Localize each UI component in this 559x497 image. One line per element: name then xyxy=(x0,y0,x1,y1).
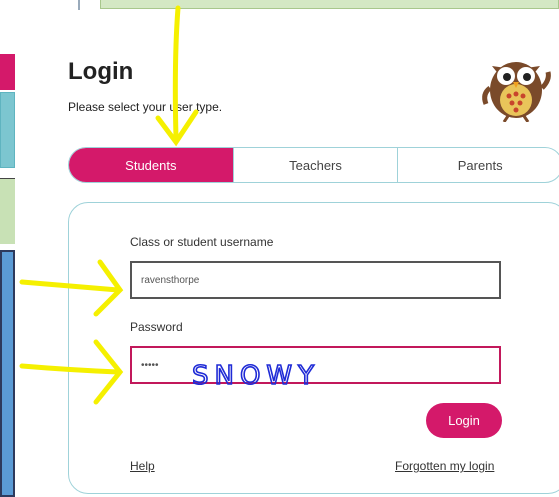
top-divider xyxy=(78,0,80,10)
username-label: Class or student username xyxy=(130,235,274,249)
user-type-tabs: Students Teachers Parents xyxy=(68,147,559,183)
password-label: Password xyxy=(130,320,183,334)
tab-students[interactable]: Students xyxy=(69,148,234,182)
forgotten-login-link[interactable]: Forgotten my login xyxy=(395,459,494,473)
sidebar-teal-strip[interactable] xyxy=(0,92,15,168)
login-button[interactable]: Login xyxy=(426,403,502,438)
sidebar-pink-strip[interactable] xyxy=(0,54,15,90)
owl-mascot-icon xyxy=(482,62,551,122)
password-field[interactable]: ••••• xyxy=(130,346,501,384)
tab-teachers[interactable]: Teachers xyxy=(234,148,399,182)
top-banner xyxy=(100,0,559,9)
sidebar-blue-strip[interactable] xyxy=(0,250,15,497)
tab-parents[interactable]: Parents xyxy=(398,148,559,182)
arrow-down-icon xyxy=(155,5,199,147)
page-subtitle: Please select your user type. xyxy=(68,100,223,114)
page-title: Login xyxy=(68,58,134,85)
sidebar-green-strip[interactable] xyxy=(0,178,15,244)
help-link[interactable]: Help xyxy=(130,459,155,473)
login-panel: Class or student username ravensthorpe P… xyxy=(68,202,559,494)
username-field[interactable]: ravensthorpe xyxy=(130,261,501,299)
